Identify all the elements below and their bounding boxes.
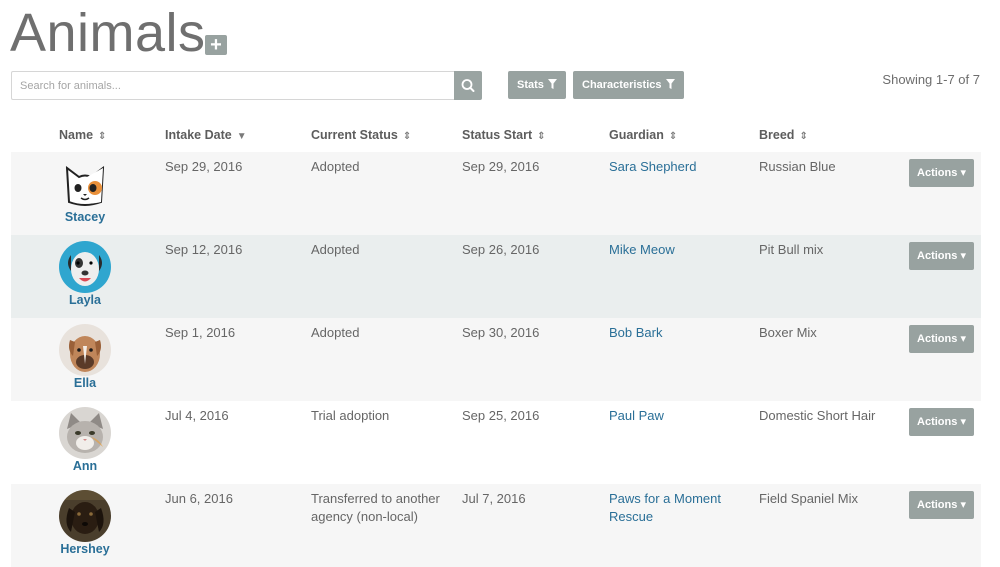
actions-label: Actions xyxy=(917,499,958,511)
table-row: Hershey Jun 6, 2016 Transferred to anoth… xyxy=(11,484,981,567)
status-start: Sep 30, 2016 xyxy=(462,325,540,340)
column-label: Intake Date xyxy=(165,128,232,142)
filter-icon xyxy=(547,79,557,89)
sort-desc-icon: ▼ xyxy=(236,131,247,142)
spaniel-photo-avatar[interactable] xyxy=(59,490,111,542)
stats-filter-label: Stats xyxy=(517,79,544,91)
guardian-line: Rescue xyxy=(609,509,654,524)
breed: Field Spaniel Mix xyxy=(759,491,858,506)
actions-label: Actions xyxy=(917,416,958,428)
column-label: Status Start xyxy=(462,128,533,142)
actions-label: Actions xyxy=(917,250,958,262)
breed: Russian Blue xyxy=(759,159,836,174)
status-start: Jul 7, 2016 xyxy=(462,491,526,506)
column-header-current-status[interactable]: Current Status ⇕ xyxy=(311,128,411,142)
actions-dropdown-button[interactable]: Actions ▾ xyxy=(909,159,974,187)
column-label: Name xyxy=(59,128,94,142)
sort-icon: ⇕ xyxy=(537,131,546,142)
actions-dropdown-button[interactable]: Actions ▾ xyxy=(909,491,974,519)
guardian-link[interactable]: Bob Bark xyxy=(609,324,662,342)
column-header-intake-date[interactable]: Intake Date ▼ xyxy=(165,128,247,142)
characteristics-filter-label: Characteristics xyxy=(582,79,662,91)
status-line: Transferred to another xyxy=(311,491,440,506)
column-header-breed[interactable]: Breed ⇕ xyxy=(759,128,808,142)
page-title: Animals xyxy=(10,3,206,63)
pitbull-photo-avatar[interactable] xyxy=(59,241,111,293)
column-label: Breed xyxy=(759,128,795,142)
caret-down-icon: ▾ xyxy=(960,250,966,262)
guardian-line: Paws for a Moment xyxy=(609,491,721,506)
caret-down-icon: ▾ xyxy=(960,167,966,179)
status-start: Sep 29, 2016 xyxy=(462,159,540,174)
guardian-link[interactable]: Sara Shepherd xyxy=(609,158,696,176)
intake-date: Sep 12, 2016 xyxy=(165,242,243,257)
search-icon xyxy=(461,79,475,92)
intake-date: Sep 1, 2016 xyxy=(165,325,236,340)
animal-name-link[interactable]: Hershey xyxy=(35,542,135,556)
current-status: Adopted xyxy=(311,242,360,257)
breed: Domestic Short Hair xyxy=(759,408,876,423)
cat-cartoon-avatar[interactable] xyxy=(59,158,111,210)
column-header-status-start[interactable]: Status Start ⇕ xyxy=(462,128,546,142)
actions-dropdown-button[interactable]: Actions ▾ xyxy=(909,325,974,353)
search-bar xyxy=(11,71,482,100)
search-input[interactable] xyxy=(11,71,454,100)
column-header-guardian[interactable]: Guardian ⇕ xyxy=(609,128,677,142)
stats-filter-button[interactable]: Stats xyxy=(508,71,566,99)
sort-icon: ⇕ xyxy=(799,131,808,142)
column-label: Current Status xyxy=(311,128,398,142)
caret-down-icon: ▾ xyxy=(960,333,966,345)
animal-name-link[interactable]: Layla xyxy=(35,293,135,307)
cat-photo-avatar[interactable] xyxy=(59,407,111,459)
column-header-name[interactable]: Name ⇕ xyxy=(59,128,106,142)
current-status: Transferred to another agency (non-local… xyxy=(311,490,440,526)
intake-date: Sep 29, 2016 xyxy=(165,159,243,174)
table-row: Ella Sep 1, 2016 Adopted Sep 30, 2016 Bo… xyxy=(11,318,981,401)
column-label: Guardian xyxy=(609,128,664,142)
breed: Boxer Mix xyxy=(759,325,817,340)
actions-dropdown-button[interactable]: Actions ▾ xyxy=(909,242,974,270)
guardian-link[interactable]: Paws for a Moment Rescue xyxy=(609,490,721,526)
guardian-link[interactable]: Mike Meow xyxy=(609,241,675,259)
status-line: agency (non-local) xyxy=(311,509,418,524)
current-status: Adopted xyxy=(311,159,360,174)
breed: Pit Bull mix xyxy=(759,242,824,257)
filter-icon xyxy=(665,79,675,89)
actions-label: Actions xyxy=(917,167,958,179)
characteristics-filter-button[interactable]: Characteristics xyxy=(573,71,684,99)
animal-name-link[interactable]: Stacey xyxy=(35,210,135,224)
table-row: Layla Sep 12, 2016 Adopted Sep 26, 2016 … xyxy=(11,235,981,318)
animal-name-link[interactable]: Ella xyxy=(35,376,135,390)
animal-name-link[interactable]: Ann xyxy=(35,459,135,473)
add-animal-button[interactable]: + xyxy=(205,35,227,55)
sort-icon: ⇕ xyxy=(402,131,412,142)
caret-down-icon: ▾ xyxy=(960,499,966,511)
intake-date: Jun 6, 2016 xyxy=(165,491,233,506)
actions-dropdown-button[interactable]: Actions ▾ xyxy=(909,408,974,436)
table-row: Stacey Sep 29, 2016 Adopted Sep 29, 2016… xyxy=(11,152,981,235)
status-start: Sep 25, 2016 xyxy=(462,408,540,423)
sort-icon: ⇕ xyxy=(668,131,678,142)
results-count: Showing 1-7 of 7 xyxy=(882,72,980,87)
intake-date: Jul 4, 2016 xyxy=(165,408,229,423)
sort-icon: ⇕ xyxy=(98,131,107,142)
guardian-link[interactable]: Paul Paw xyxy=(609,407,664,425)
actions-label: Actions xyxy=(917,333,958,345)
current-status: Adopted xyxy=(311,325,360,340)
table-row: Ann Jul 4, 2016 Trial adoption Sep 25, 2… xyxy=(11,401,981,484)
current-status: Trial adoption xyxy=(311,408,390,423)
caret-down-icon: ▾ xyxy=(960,416,966,428)
plus-icon: + xyxy=(210,34,222,56)
boxer-photo-avatar[interactable] xyxy=(59,324,111,376)
search-button[interactable] xyxy=(454,71,482,100)
status-start: Sep 26, 2016 xyxy=(462,242,540,257)
